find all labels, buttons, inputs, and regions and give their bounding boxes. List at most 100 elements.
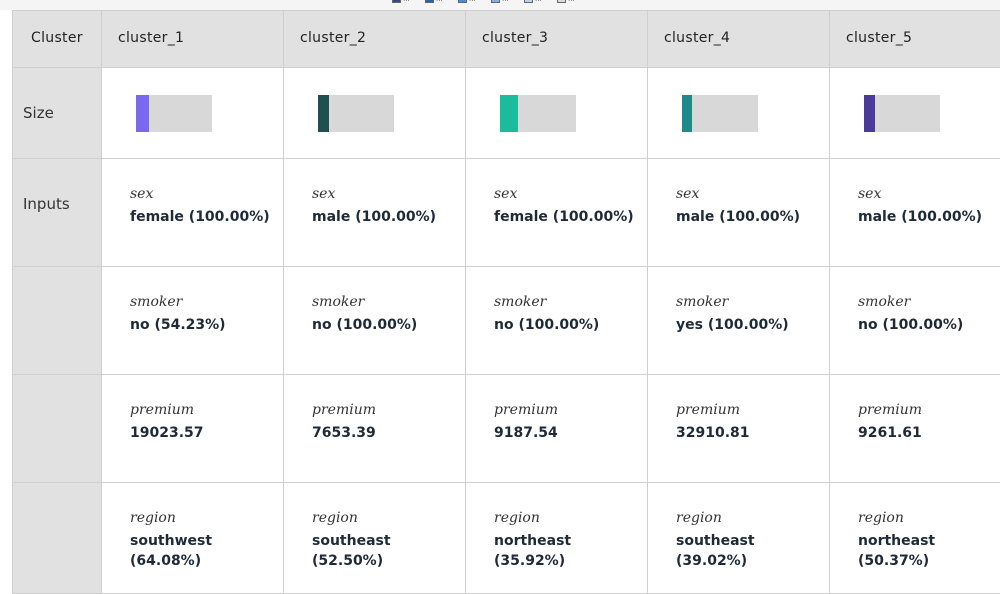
feature-value: yes (100.00%) [676,315,816,335]
feature-name: sex [130,186,283,202]
feature-cell: smoker no (100.00%) [830,267,1000,375]
legend-label: ... [568,0,586,3]
feature-block: smokeryes (100.00%) [648,267,829,335]
feature-cell: sex male (100.00%) [648,159,830,267]
feature-cell: premium7653.39 [284,375,466,483]
feature-name: region [130,510,283,526]
feature-value: no (100.00%) [312,315,452,335]
size-bar-fill [682,95,692,132]
feature-block: premium7653.39 [284,375,465,443]
feature-name: premium [494,402,647,418]
size-bar [500,95,576,132]
feature-value: female (100.00%) [130,207,270,227]
cluster-header[interactable]: cluster_5 [830,11,1000,68]
feature-cell: sex female (100.00%) [102,159,284,267]
feature-value: southwest (64.08%) [130,531,270,571]
inputs-label: Inputs [13,159,101,213]
feature-name: premium [858,402,1000,418]
row-label-empty [13,375,102,483]
cluster-header[interactable]: cluster_1 [102,11,284,68]
legend-swatch [425,0,434,3]
feature-name: sex [858,186,1000,202]
feature-name: premium [130,402,283,418]
legend-item: ... [425,0,454,3]
feature-value: northeast (50.37%) [858,531,998,571]
feature-block: smoker no (100.00%) [830,267,1000,335]
feature-block: premium32910.81 [648,375,829,443]
size-cell [648,68,830,159]
feature-name: sex [676,186,829,202]
feature-name: region [494,510,647,526]
feature-block: premium 9187.54 [466,375,647,443]
size-bar [136,95,212,132]
feature-name: sex [312,186,465,202]
legend-label: ... [502,0,520,3]
feature-value: 32910.81 [676,423,816,443]
legend-swatch [392,0,401,3]
feature-cell: sexfemale (100.00%) [466,159,648,267]
feature-cell: regionnortheast (50.37%) [830,483,1000,594]
legend-item: ... [458,0,487,3]
size-cell [284,68,466,159]
feature-value: no (100.00%) [858,315,998,335]
size-bar-fill [500,95,518,132]
cluster-header[interactable]: cluster_2 [284,11,466,68]
size-bar [318,95,394,132]
size-bar [682,95,758,132]
feature-name: premium [312,402,465,418]
feature-name: region [312,510,465,526]
feature-value: 9187.54 [494,423,634,443]
feature-name: smoker [312,294,465,310]
feature-block: region southeast (39.02%) [648,483,829,571]
legend-item: ... [491,0,520,3]
size-bar-fill [136,95,149,132]
legend-label: ... [535,0,553,3]
feature-block: smoker no (100.00%) [284,267,465,335]
size-bar [864,95,940,132]
feature-row-sex: Inputs sex female (100.00%) sex male (100.00… [13,159,1000,267]
feature-row-premium: premium19023.57premium7653.39premium9187… [13,375,1000,483]
legend-label: ... [403,0,421,3]
feature-cell: premium 9187.54 [466,375,648,483]
feature-value: male (100.00%) [676,207,816,227]
feature-cell: region southwest (64.08%) [102,483,284,594]
cluster-header[interactable]: cluster_4 [648,11,830,68]
row-label-inputs: Inputs [13,159,102,267]
row-label-empty [13,483,102,594]
feature-block: sex male (100.00%) [830,159,1000,227]
legend-swatch [491,0,500,3]
feature-block: smokerno (100.00%) [466,267,647,335]
feature-row-smoker: smokerno (54.23%)smokerno (100.00%)smoke… [13,267,1000,375]
feature-cell: premium9261.61 [830,375,1000,483]
legend: .................. [392,0,586,3]
feature-name: region [676,510,829,526]
corner-header: Cluster [13,11,102,68]
feature-block: regionnortheast (50.37%) [830,483,1000,571]
top-legend-strip: .................. [0,0,1000,10]
feature-block: smokerno (54.23%) [102,267,283,335]
legend-swatch [557,0,566,3]
legend-swatch [524,0,533,3]
legend-item: ... [557,0,586,3]
legend-item: ... [524,0,553,3]
legend-label: ... [469,0,487,3]
size-row: Size [13,68,1000,159]
cluster-header[interactable]: cluster_3 [466,11,648,68]
feature-name: smoker [130,294,283,310]
feature-value: southeast (52.50%) [312,531,452,571]
feature-value: 19023.57 [130,423,270,443]
feature-block: premium9261.61 [830,375,1000,443]
feature-cell: smokerno (100.00%) [466,267,648,375]
size-cell [466,68,648,159]
feature-cell: regionnortheast (35.92%) [466,483,648,594]
feature-value: southeast (39.02%) [676,531,816,571]
feature-cell: premium 19023.57 [102,375,284,483]
feature-name: smoker [858,294,1000,310]
cluster-table: Cluster cluster_1 cluster_2 cluster_3 cl… [12,10,1000,594]
feature-value: no (100.00%) [494,315,634,335]
feature-block: region southwest (64.08%) [102,483,283,571]
feature-cell: region southeast (39.02%) [648,483,830,594]
feature-block: sexfemale (100.00%) [466,159,647,227]
feature-value: male (100.00%) [858,207,998,227]
feature-name: sex [494,186,647,202]
